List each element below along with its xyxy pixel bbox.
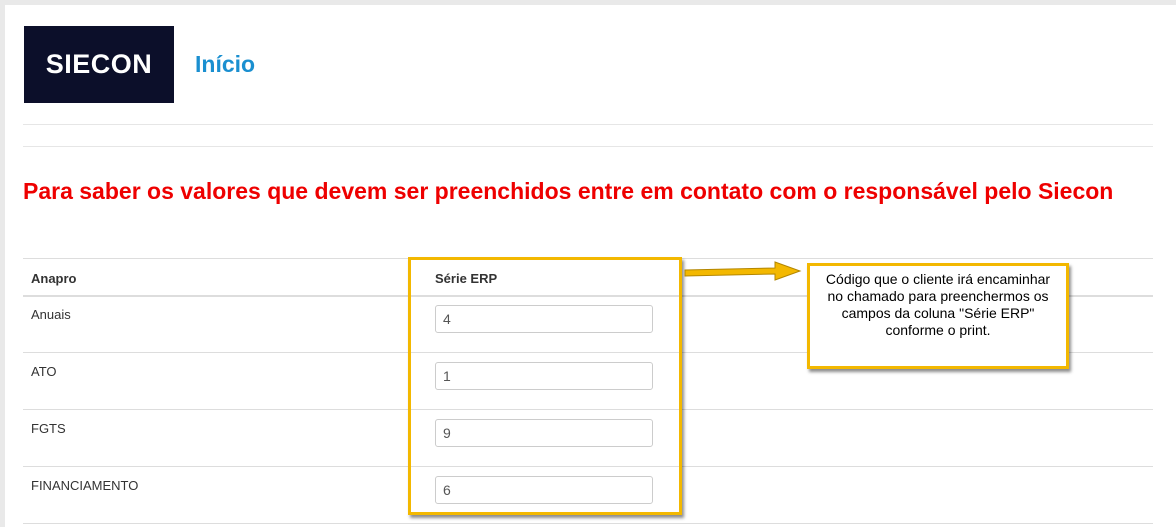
row-label-anuais: Anuais bbox=[31, 307, 71, 322]
highlight-box-serie-erp bbox=[408, 257, 682, 515]
row-label-financiamento: FINANCIAMENTO bbox=[31, 478, 139, 493]
row-label-ato: ATO bbox=[31, 364, 57, 379]
table-row-line bbox=[23, 523, 1153, 524]
logo-text: SIECON bbox=[45, 49, 153, 79]
page-title-link[interactable]: Início bbox=[195, 51, 255, 78]
column-header-anapro: Anapro bbox=[31, 271, 77, 286]
divider bbox=[23, 124, 1153, 125]
row-label-fgts: FGTS bbox=[31, 421, 66, 436]
page: SIECON Início Para saber os valores que … bbox=[5, 5, 1176, 527]
arrow-right-icon bbox=[684, 261, 802, 281]
annotation-callout: Código que o cliente irá encaminhar no c… bbox=[807, 263, 1069, 369]
annotation-text: Código que o cliente irá encaminhar no c… bbox=[825, 271, 1051, 338]
siecon-logo: SIECON bbox=[24, 26, 174, 103]
notice-message: Para saber os valores que devem ser pree… bbox=[23, 178, 1114, 204]
divider bbox=[23, 146, 1153, 147]
